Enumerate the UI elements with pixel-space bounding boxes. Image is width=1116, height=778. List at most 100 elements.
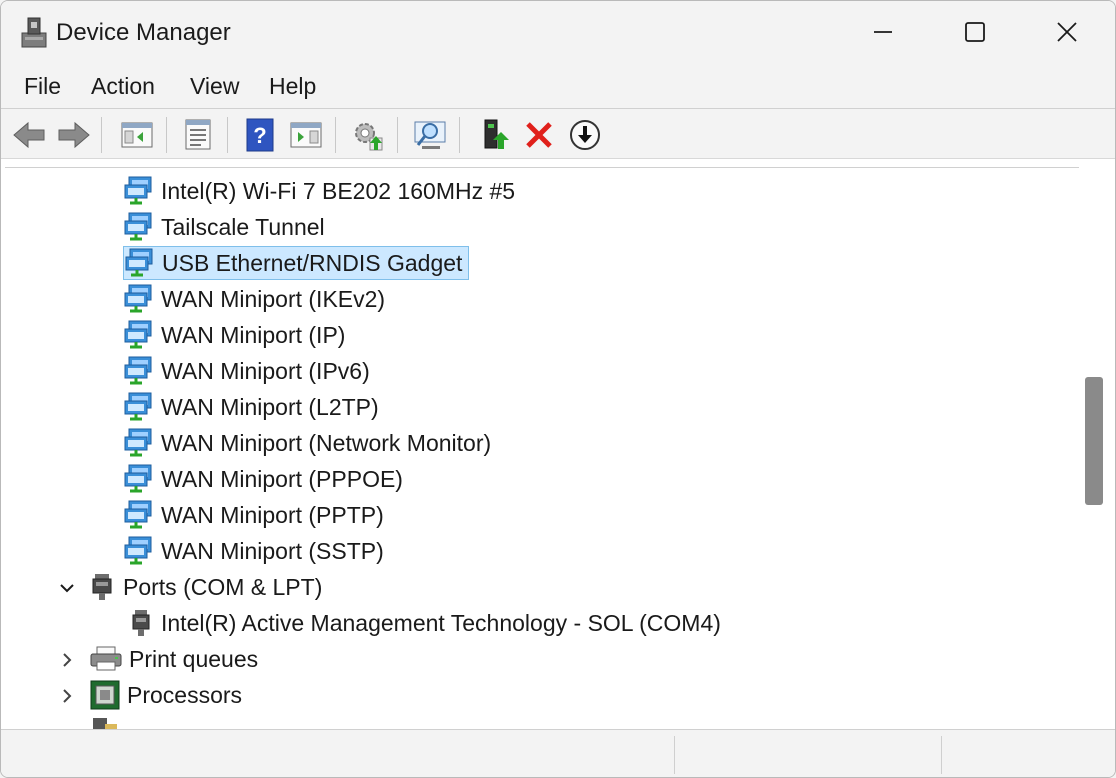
properties-button[interactable] [180,117,216,153]
enable-device-button[interactable] [477,117,513,153]
network-adapter-icon [124,536,152,565]
chevron-right-icon [63,689,72,703]
action-pane-icon [290,122,322,148]
update-driver-icon [355,123,383,151]
tree-item-label: Intel(R) Active Management Technology - … [161,609,721,636]
toolbar-separator [459,117,460,153]
network-adapter-icon [124,320,152,349]
forward-button[interactable] [56,117,92,153]
tree-item-network-adapter[interactable]: USB Ethernet/RNDIS Gadget [123,246,470,280]
window-title: Device Manager [56,19,231,46]
tree-item-partial [89,714,121,729]
tree-item-label: WAN Miniport (IKEv2) [161,285,386,312]
tree-item-label: WAN Miniport (IPv6) [161,357,370,384]
tree-item-network-adapter[interactable]: WAN Miniport (Network Monitor) [123,426,497,460]
device-manager-window: Device Manager File Action View Help ? I… [0,0,1116,778]
toolbar-separator [166,117,167,153]
device-manager-app-icon [19,15,49,49]
tree-item-network-adapter[interactable]: WAN Miniport (L2TP) [123,390,385,424]
minimize-button[interactable] [837,1,929,63]
disable-device-icon [570,120,600,150]
port-icon [132,610,150,636]
tree-item-network-adapter[interactable]: WAN Miniport (IP) [123,318,351,352]
toolbar-separator [397,117,398,153]
forward-arrow-icon [58,121,90,149]
close-button[interactable] [1021,1,1113,63]
tree-item-label: Intel(R) Wi-Fi 7 BE202 160MHz #5 [161,177,516,204]
network-adapter-icon [124,392,152,421]
tree-item-network-adapter[interactable]: WAN Miniport (PPTP) [123,498,390,532]
enable-device-icon [484,119,509,149]
help-icon: ? [246,118,274,152]
back-button[interactable] [11,117,47,153]
tree-item-network-adapter[interactable]: WAN Miniport (PPPOE) [123,462,409,496]
tree-item-label: WAN Miniport (SSTP) [161,537,384,564]
tree-item-label: WAN Miniport (L2TP) [161,393,379,420]
tree-item-label: WAN Miniport (IP) [161,321,346,348]
network-adapter-icon [124,176,152,205]
tree-item-print-queues[interactable]: Print queues [89,642,264,676]
chevron-right-icon [63,653,72,667]
toolbar-separator [227,117,228,153]
toolbar-separator [101,117,102,153]
processors-expander[interactable] [58,687,76,705]
help-button[interactable]: ? [242,117,278,153]
menu-help[interactable]: Help [269,73,316,100]
tree-item-label: Print queues [129,645,259,672]
properties-icon [185,119,211,150]
network-adapter-icon [124,212,152,241]
show-hide-tree-icon [121,122,153,148]
scan-hardware-button[interactable] [413,117,449,153]
maximize-icon [965,22,985,42]
menu-file[interactable]: File [24,73,61,100]
status-bar [1,729,1115,777]
tree-item-network-adapter[interactable]: WAN Miniport (IPv6) [123,354,376,388]
tree-item-network-adapter[interactable]: WAN Miniport (SSTP) [123,534,390,568]
tree-item-label: WAN Miniport (Network Monitor) [161,429,492,456]
printer-icon [90,646,122,671]
status-separator [674,736,675,774]
menu-action[interactable]: Action [91,73,155,100]
show-hide-tree-button[interactable] [119,117,155,153]
network-adapter-icon [124,284,152,313]
tree-item-label: Tailscale Tunnel [161,213,325,240]
tree-item-processors[interactable]: Processors [89,678,248,712]
back-arrow-icon [13,121,45,149]
disable-device-button[interactable] [567,117,603,153]
device-tree: Intel(R) Wi-Fi 7 BE202 160MHz #5 Tailscal… [5,167,1079,729]
network-adapter-icon [124,428,152,457]
uninstall-device-button[interactable] [521,117,557,153]
scrollbar-thumb[interactable] [1085,377,1103,505]
vertical-scrollbar[interactable] [1079,167,1109,729]
tree-item-network-adapter[interactable]: Intel(R) Wi-Fi 7 BE202 160MHz #5 [123,174,521,208]
network-adapter-icon [124,356,152,385]
processor-icon [90,680,120,710]
uninstall-icon [526,122,552,148]
maximize-button[interactable] [929,1,1021,63]
tree-item-label: Processors [127,681,243,708]
menu-bar: File Action View Help [1,63,1115,109]
ports-expander[interactable] [58,579,76,597]
tree-item-label: USB Ethernet/RNDIS Gadget [162,249,463,276]
tree-item-label: WAN Miniport (PPTP) [161,501,384,528]
title-bar: Device Manager [1,1,1115,63]
minimize-icon [874,31,892,33]
chevron-down-icon [60,584,74,593]
svg-text:?: ? [253,123,266,148]
scan-hardware-icon [414,121,446,149]
toolbar: ? [1,109,1115,159]
tree-item-network-adapter[interactable]: WAN Miniport (IKEv2) [123,282,391,316]
tree-item-network-adapter[interactable]: Tailscale Tunnel [123,210,331,244]
tree-item-label: Ports (COM & LPT) [123,573,323,600]
port-icon [92,574,112,600]
security-device-icon [93,718,117,729]
tree-item-ports[interactable]: Ports (COM & LPT) [89,570,328,604]
network-adapter-icon [125,248,153,277]
tree-item-com4[interactable]: Intel(R) Active Management Technology - … [127,606,727,640]
print-queues-expander[interactable] [58,651,76,669]
network-adapter-icon [124,500,152,529]
action-pane-button[interactable] [288,117,324,153]
update-driver-button[interactable] [350,117,386,153]
menu-view[interactable]: View [190,73,239,100]
status-separator [941,736,942,774]
